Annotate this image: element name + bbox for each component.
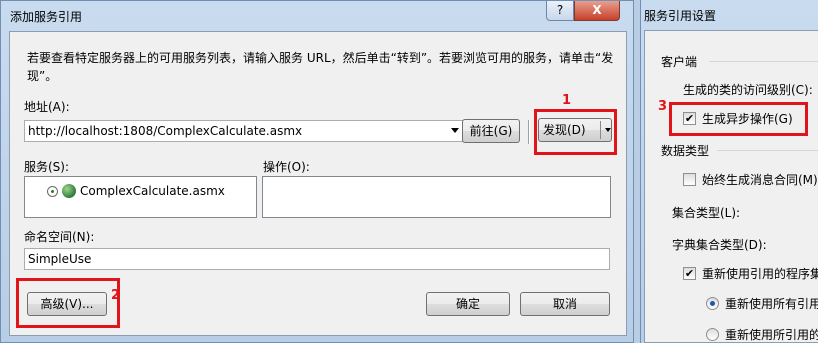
- close-button[interactable]: X: [574, 1, 620, 21]
- annotation-box-async: [669, 102, 808, 136]
- reuse-all-label[interactable]: 重新使用所有引用: [725, 295, 818, 312]
- dropdown-arrow-icon[interactable]: [451, 128, 459, 133]
- data-type-section-header: 数据类型: [661, 144, 710, 158]
- service-tree-item[interactable]: ComplexCalculate.asmx: [47, 184, 225, 198]
- operations-label: 操作(O):: [263, 160, 310, 174]
- reuse-specified-radio[interactable]: [706, 328, 719, 341]
- cancel-button[interactable]: 取消: [520, 292, 610, 316]
- dict-collection-type-label: 字典集合类型(D):: [672, 238, 767, 252]
- toolbar-separator: [528, 120, 529, 144]
- annotation-box-advanced: [16, 278, 120, 328]
- service-name: ComplexCalculate.asmx: [80, 184, 225, 198]
- settings-title: 服务引用设置: [644, 9, 717, 23]
- annotation-number-2: 2: [111, 288, 121, 303]
- collection-type-label: 集合类型(L):: [672, 206, 741, 220]
- reuse-types-label[interactable]: 重新使用引用的程序集: [702, 265, 818, 282]
- namespace-input[interactable]: SimpleUse: [24, 248, 610, 270]
- annotation-box-discover: [534, 109, 617, 155]
- instructions-text: 若要查看特定服务器上的可用服务列表，请输入服务 URL，然后单击“转到”。若要浏…: [27, 51, 614, 83]
- access-level-label: 生成的类的访问级别(C):: [683, 83, 813, 97]
- section-divider: [709, 61, 818, 62]
- tree-expander-icon[interactable]: [47, 185, 58, 197]
- web-service-icon: [62, 184, 76, 198]
- check-icon: ✔: [684, 267, 695, 280]
- annotation-number-3: 3: [658, 99, 668, 114]
- annotation-number-1: 1: [562, 93, 572, 108]
- address-value: http://localhost:1808/ComplexCalculate.a…: [28, 124, 303, 138]
- always-generate-checkbox[interactable]: [683, 173, 696, 186]
- services-label: 服务(S):: [24, 160, 70, 174]
- go-button[interactable]: 前往(G): [462, 119, 520, 143]
- operations-list[interactable]: [262, 176, 611, 218]
- title-bar: 添加服务引用 ? X: [1, 1, 635, 31]
- service-reference-settings-dialog: 服务引用设置 客户端 生成的类的访问级别(C): ✔ 生成异步操作(G) 数据类…: [640, 0, 818, 343]
- client-section-header: 客户端: [661, 55, 698, 69]
- address-combobox[interactable]: http://localhost:1808/ComplexCalculate.a…: [24, 120, 464, 142]
- services-tree[interactable]: ComplexCalculate.asmx: [24, 176, 257, 218]
- settings-client-area: 客户端 生成的类的访问级别(C): ✔ 生成异步操作(G) 数据类型 始终生成消…: [644, 30, 818, 343]
- ok-button[interactable]: 确定: [426, 292, 510, 316]
- dialog-title: 添加服务引用: [10, 10, 83, 24]
- namespace-label: 命名空间(N):: [24, 230, 95, 244]
- reuse-types-checkbox[interactable]: ✔: [683, 267, 696, 280]
- section-divider: [717, 150, 818, 151]
- reuse-specified-label[interactable]: 重新使用所引用的: [725, 326, 818, 342]
- address-label: 地址(A):: [24, 100, 70, 114]
- always-generate-label[interactable]: 始终生成消息合同(M): [702, 171, 818, 188]
- reuse-all-radio[interactable]: [706, 297, 719, 310]
- help-button[interactable]: ?: [546, 1, 574, 21]
